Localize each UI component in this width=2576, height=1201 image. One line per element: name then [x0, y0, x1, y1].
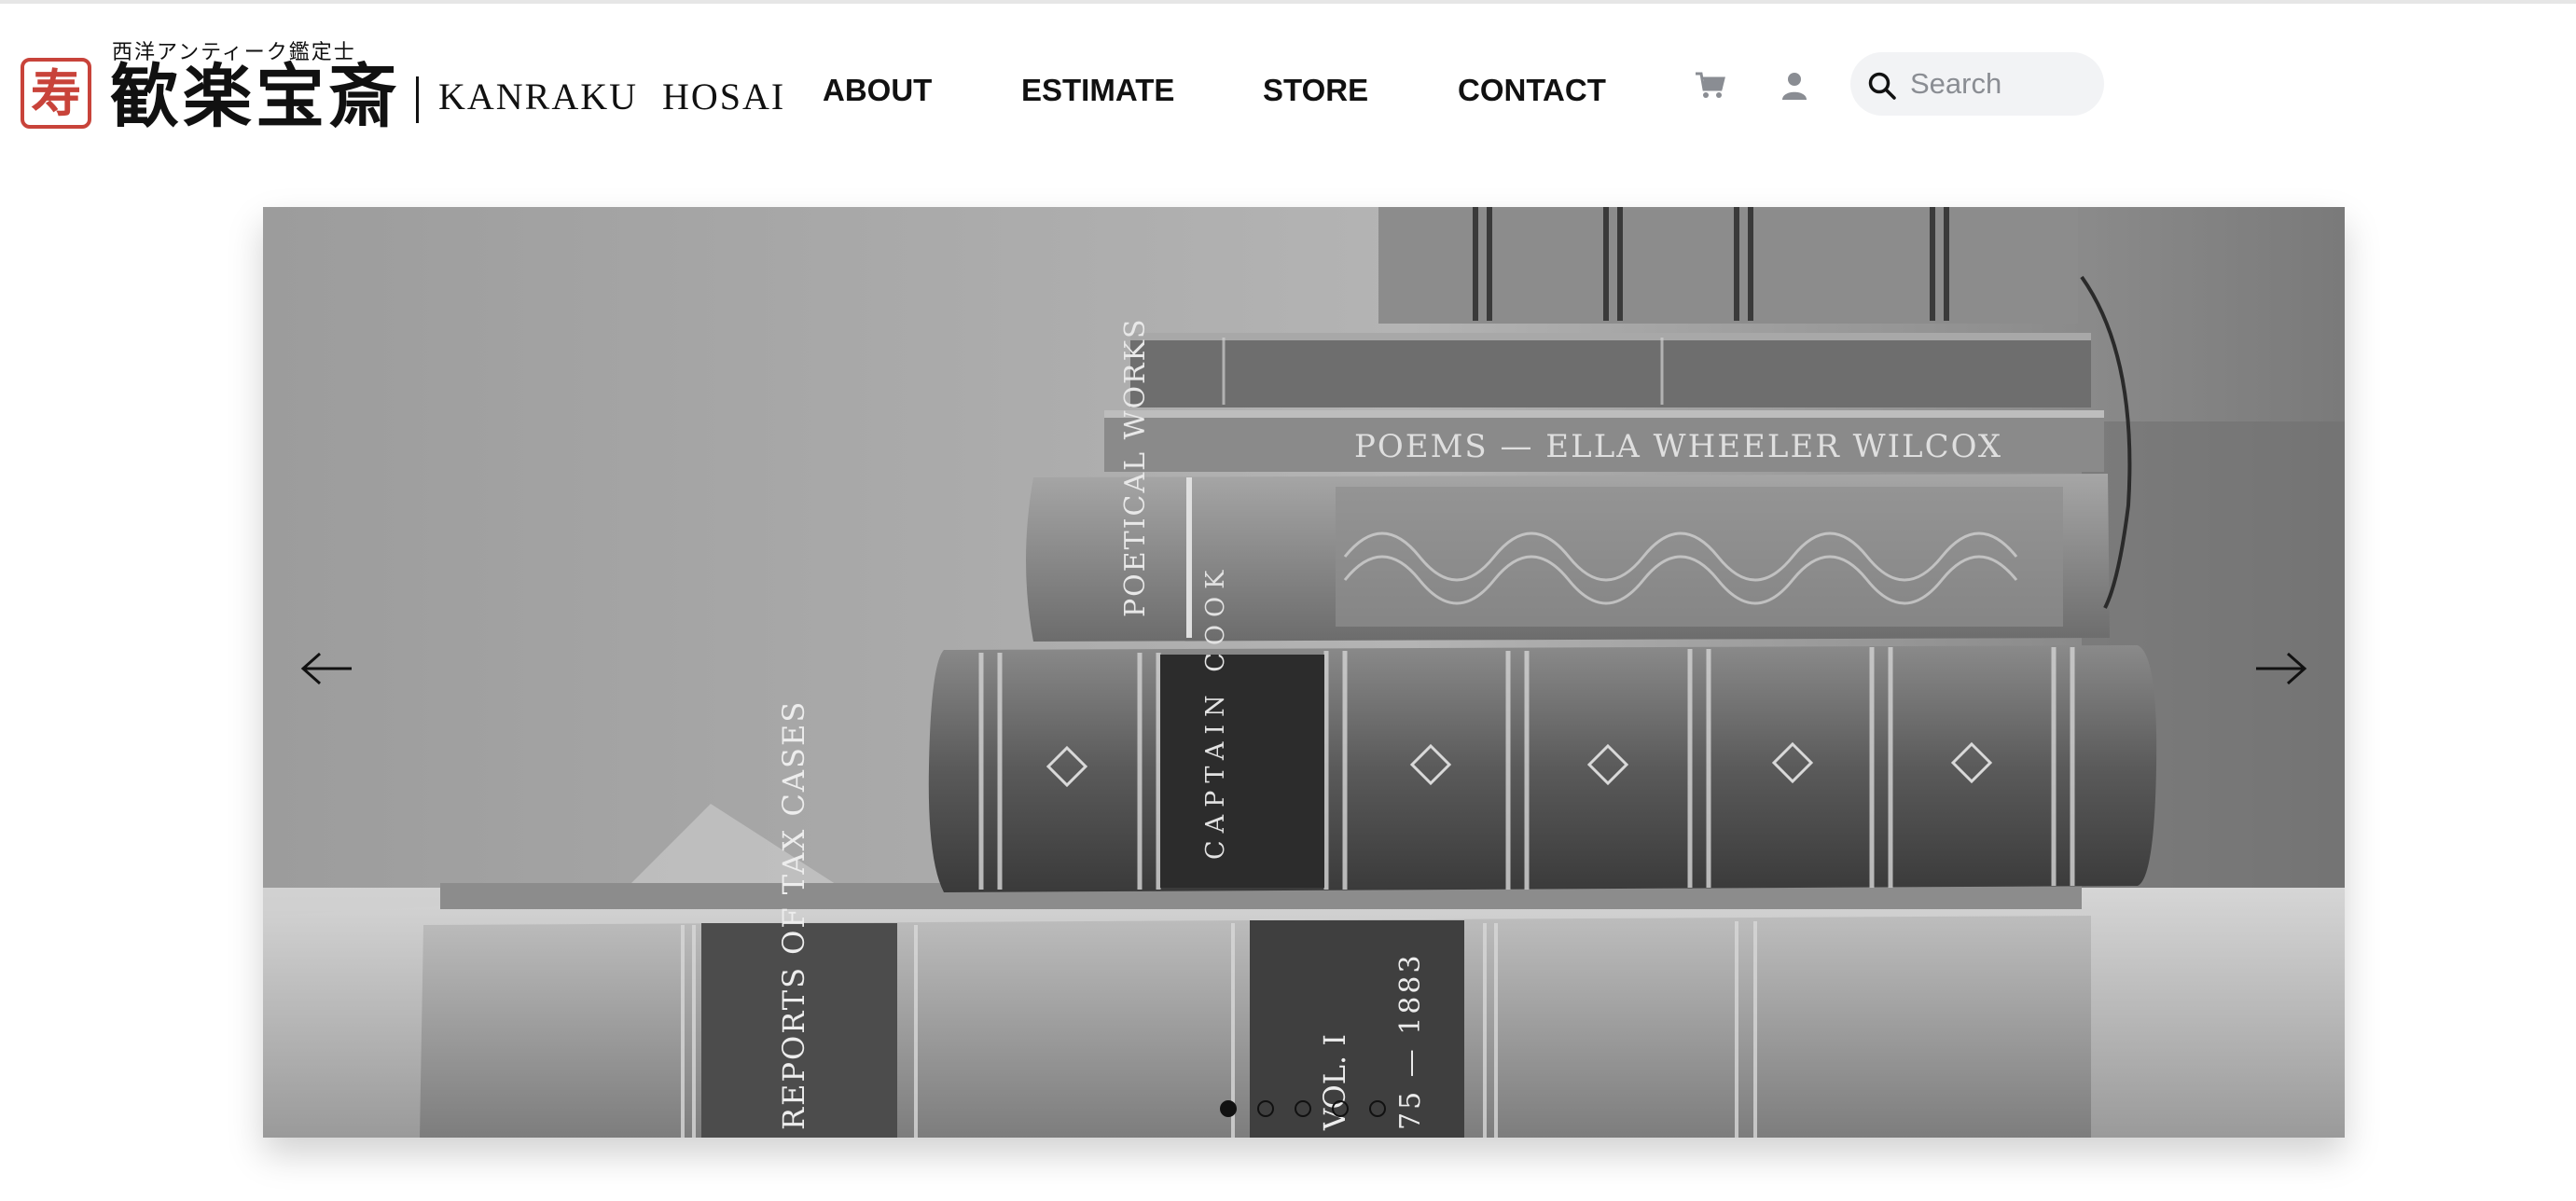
arrow-left-icon: [300, 652, 352, 685]
slider-dot-1[interactable]: [1220, 1100, 1237, 1117]
hero-slider: CAPTAIN COOK POETICAL WORKS POEMS — ELLA…: [263, 207, 2345, 1138]
arrow-right-icon: [2256, 652, 2307, 685]
slider-dot-4[interactable]: [1332, 1100, 1349, 1117]
search-box: [1850, 52, 2104, 116]
account-button[interactable]: [1776, 67, 1813, 104]
cart-icon: [1696, 72, 1725, 98]
slider-dot-5[interactable]: [1369, 1100, 1386, 1117]
nav-about[interactable]: ABOUT: [823, 73, 932, 108]
slider-next-button[interactable]: [2248, 636, 2313, 701]
spine-text-ella-wheeler-wilcox: POEMS — ELLA WHEELER WILCOX: [1354, 428, 2002, 465]
site-header: 寿 西洋アンティーク鑑定士 歓楽宝斎 KANRAKU HOSAI ABOUT E…: [0, 4, 2576, 172]
nav-store[interactable]: STORE: [1263, 73, 1368, 108]
brand-name-english: KANRAKU HOSAI: [438, 76, 786, 117]
slider-dot-3[interactable]: [1295, 1100, 1311, 1117]
spine-text-poetical-works: POETICAL WORKS: [1119, 317, 1152, 617]
seal-logo: 寿: [21, 58, 91, 129]
brand-name-kanji: 歓楽宝斎: [110, 57, 401, 137]
slider-prev-button[interactable]: [295, 636, 360, 701]
spine-text-captain-cook: CAPTAIN COOK: [1201, 563, 1230, 860]
brand-divider: [416, 76, 419, 123]
nav-estimate[interactable]: ESTIMATE: [1021, 73, 1174, 108]
hero-image-antique-books: CAPTAIN COOK POETICAL WORKS POEMS — ELLA…: [263, 207, 2345, 1138]
seal-glyph: 寿: [31, 63, 81, 123]
nav-contact[interactable]: CONTACT: [1458, 73, 1606, 108]
search-input[interactable]: [1910, 62, 2092, 106]
cart-button[interactable]: [1692, 67, 1729, 104]
slider-pagination: [1220, 1100, 1425, 1119]
brand-logo-link[interactable]: 寿 西洋アンティーク鑑定士 歓楽宝斎 KANRAKU HOSAI: [21, 32, 783, 144]
slider-dot-2[interactable]: [1257, 1100, 1274, 1117]
user-icon: [1782, 73, 1807, 100]
spine-text-reports-of-tax-cases: REPORTS OF TAX CASES: [776, 700, 811, 1130]
search-icon: [1868, 72, 1896, 100]
